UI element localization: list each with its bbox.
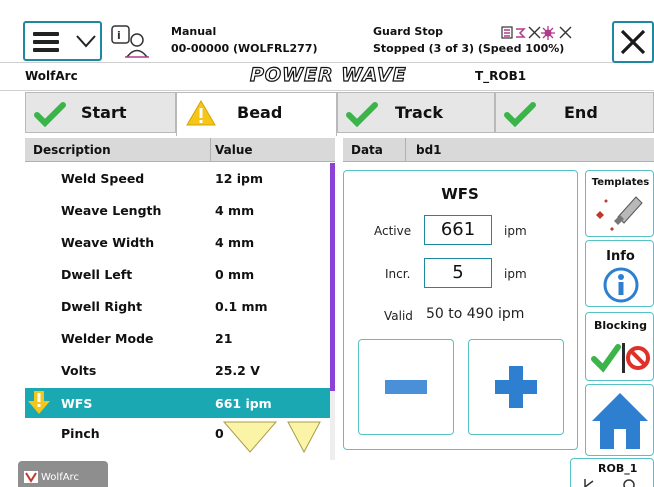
info-label: Info <box>606 249 635 264</box>
data-value: bd1 <box>416 143 442 157</box>
row-value: 21 <box>215 331 233 346</box>
controller-status-icon <box>501 26 513 39</box>
gear-icon <box>541 26 555 40</box>
panel-title: WFS <box>441 185 479 203</box>
power-wave-logo: POWER WAVE <box>249 63 407 86</box>
increment-button[interactable] <box>468 339 564 435</box>
home-button[interactable] <box>585 384 654 456</box>
robot-task-name: T_ROB1 <box>475 69 527 83</box>
row-value: 12 ipm <box>215 171 264 186</box>
table-header: Description Value <box>25 138 335 162</box>
table-row-selected[interactable]: WFS 661 ipm <box>25 388 330 418</box>
column-divider <box>405 138 406 162</box>
home-icon <box>592 393 648 449</box>
row-value: 25.2 V <box>215 363 260 378</box>
robot-label: ROB_1 <box>598 462 638 475</box>
operating-mode: Manual <box>171 25 217 38</box>
status-icons[interactable] <box>500 24 604 42</box>
close-button[interactable] <box>612 21 654 63</box>
active-value-field[interactable]: 661 <box>424 215 492 245</box>
increment-label: Incr. <box>385 267 411 281</box>
templates-label: Templates <box>591 177 650 188</box>
user-info-icon[interactable]: i <box>111 24 151 58</box>
decrement-button[interactable] <box>358 339 454 435</box>
row-value: 0.1 mm <box>215 299 268 314</box>
column-divider <box>210 138 211 162</box>
table-row[interactable]: Dwell Right 0.1 mm <box>25 291 330 323</box>
warning-arrow-icon <box>28 391 50 414</box>
disabled-x-icon-2 <box>559 26 572 39</box>
info-button[interactable]: Info <box>585 240 654 307</box>
column-header-description: Description <box>33 143 111 157</box>
table-row[interactable]: Weave Width 4 mm <box>25 227 330 259</box>
row-value: 4 mm <box>215 235 255 250</box>
row-description: Volts <box>61 363 97 378</box>
program-id: 00-00000 (WOLFRL277) <box>171 42 318 55</box>
checkmark-icon <box>34 102 66 127</box>
main-menu-button[interactable] <box>23 21 102 61</box>
table-row[interactable]: Weave Length 4 mm <box>25 195 330 227</box>
blocking-button[interactable]: Blocking <box>585 312 654 381</box>
row-description: Dwell Right <box>61 299 143 314</box>
welding-torch-icon <box>596 196 643 231</box>
data-label: Data <box>351 143 383 157</box>
row-description: Weld Speed <box>61 171 145 186</box>
increment-value-field[interactable]: 5 <box>424 258 492 288</box>
plus-icon <box>495 366 537 408</box>
tab-bead-label: Bead <box>237 103 283 122</box>
increment-unit: ipm <box>504 267 527 281</box>
wolfarc-app-icon <box>24 471 38 483</box>
tab-start-label: Start <box>81 103 127 122</box>
templates-button[interactable]: Templates <box>585 170 654 237</box>
row-value: 661 ipm <box>215 396 272 411</box>
row-description: Welder Mode <box>61 331 154 346</box>
table-row[interactable]: Volts 25.2 V <box>25 355 330 387</box>
signal-icon <box>516 28 526 38</box>
minus-icon <box>385 380 427 394</box>
row-description: Pinch <box>61 426 100 441</box>
row-value: 4 mm <box>215 203 255 218</box>
active-label: Active <box>374 224 412 238</box>
row-description: Weave Length <box>61 203 162 218</box>
info-icon <box>603 267 639 303</box>
valid-range: 50 to 490 ipm <box>426 306 525 322</box>
row-description: Weave Width <box>61 235 155 250</box>
checkmark-icon <box>504 102 536 127</box>
blocking-label: Blocking <box>593 319 648 332</box>
hamburger-icon <box>33 32 59 36</box>
robot-jog-icon <box>584 479 635 487</box>
column-header-value: Value <box>215 143 253 157</box>
warning-icon <box>186 100 216 126</box>
row-description: Dwell Left <box>61 267 133 282</box>
data-header: Data bd1 <box>343 138 654 162</box>
run-state: Stopped (3 of 3) (Speed 100%) <box>373 42 565 55</box>
tab-end[interactable]: End <box>495 92 654 133</box>
disabled-x-icon <box>528 26 541 39</box>
tab-start[interactable]: Start <box>25 92 176 133</box>
chevron-down-icon <box>76 35 96 48</box>
close-icon <box>620 29 646 55</box>
app-name: WolfArc <box>25 69 78 83</box>
table-scroll-thumb[interactable] <box>330 163 335 391</box>
tab-bead[interactable]: Bead <box>176 92 337 136</box>
valid-label: Valid <box>384 309 413 323</box>
tab-end-label: End <box>564 103 598 122</box>
scroll-down-arrows-icon[interactable] <box>222 420 322 454</box>
tab-track-label: Track <box>395 103 443 122</box>
row-description: WFS <box>61 396 93 411</box>
blocking-toggle-icon <box>591 343 650 373</box>
wfs-edit-panel: WFS Active 661 ipm Incr. 5 ipm Valid 50 … <box>343 170 578 450</box>
table-row[interactable]: Weld Speed 12 ipm <box>25 163 330 195</box>
taskbar-label: WolfArc <box>41 472 79 483</box>
checkmark-icon <box>346 102 378 127</box>
table-row[interactable]: Welder Mode 21 <box>25 323 330 355</box>
active-unit: ipm <box>504 224 527 238</box>
row-value: 0 mm <box>215 267 255 282</box>
tab-track[interactable]: Track <box>337 92 495 133</box>
guard-status: Guard Stop <box>373 25 444 38</box>
svg-text:i: i <box>117 29 121 42</box>
table-row[interactable]: Dwell Left 0 mm <box>25 259 330 291</box>
